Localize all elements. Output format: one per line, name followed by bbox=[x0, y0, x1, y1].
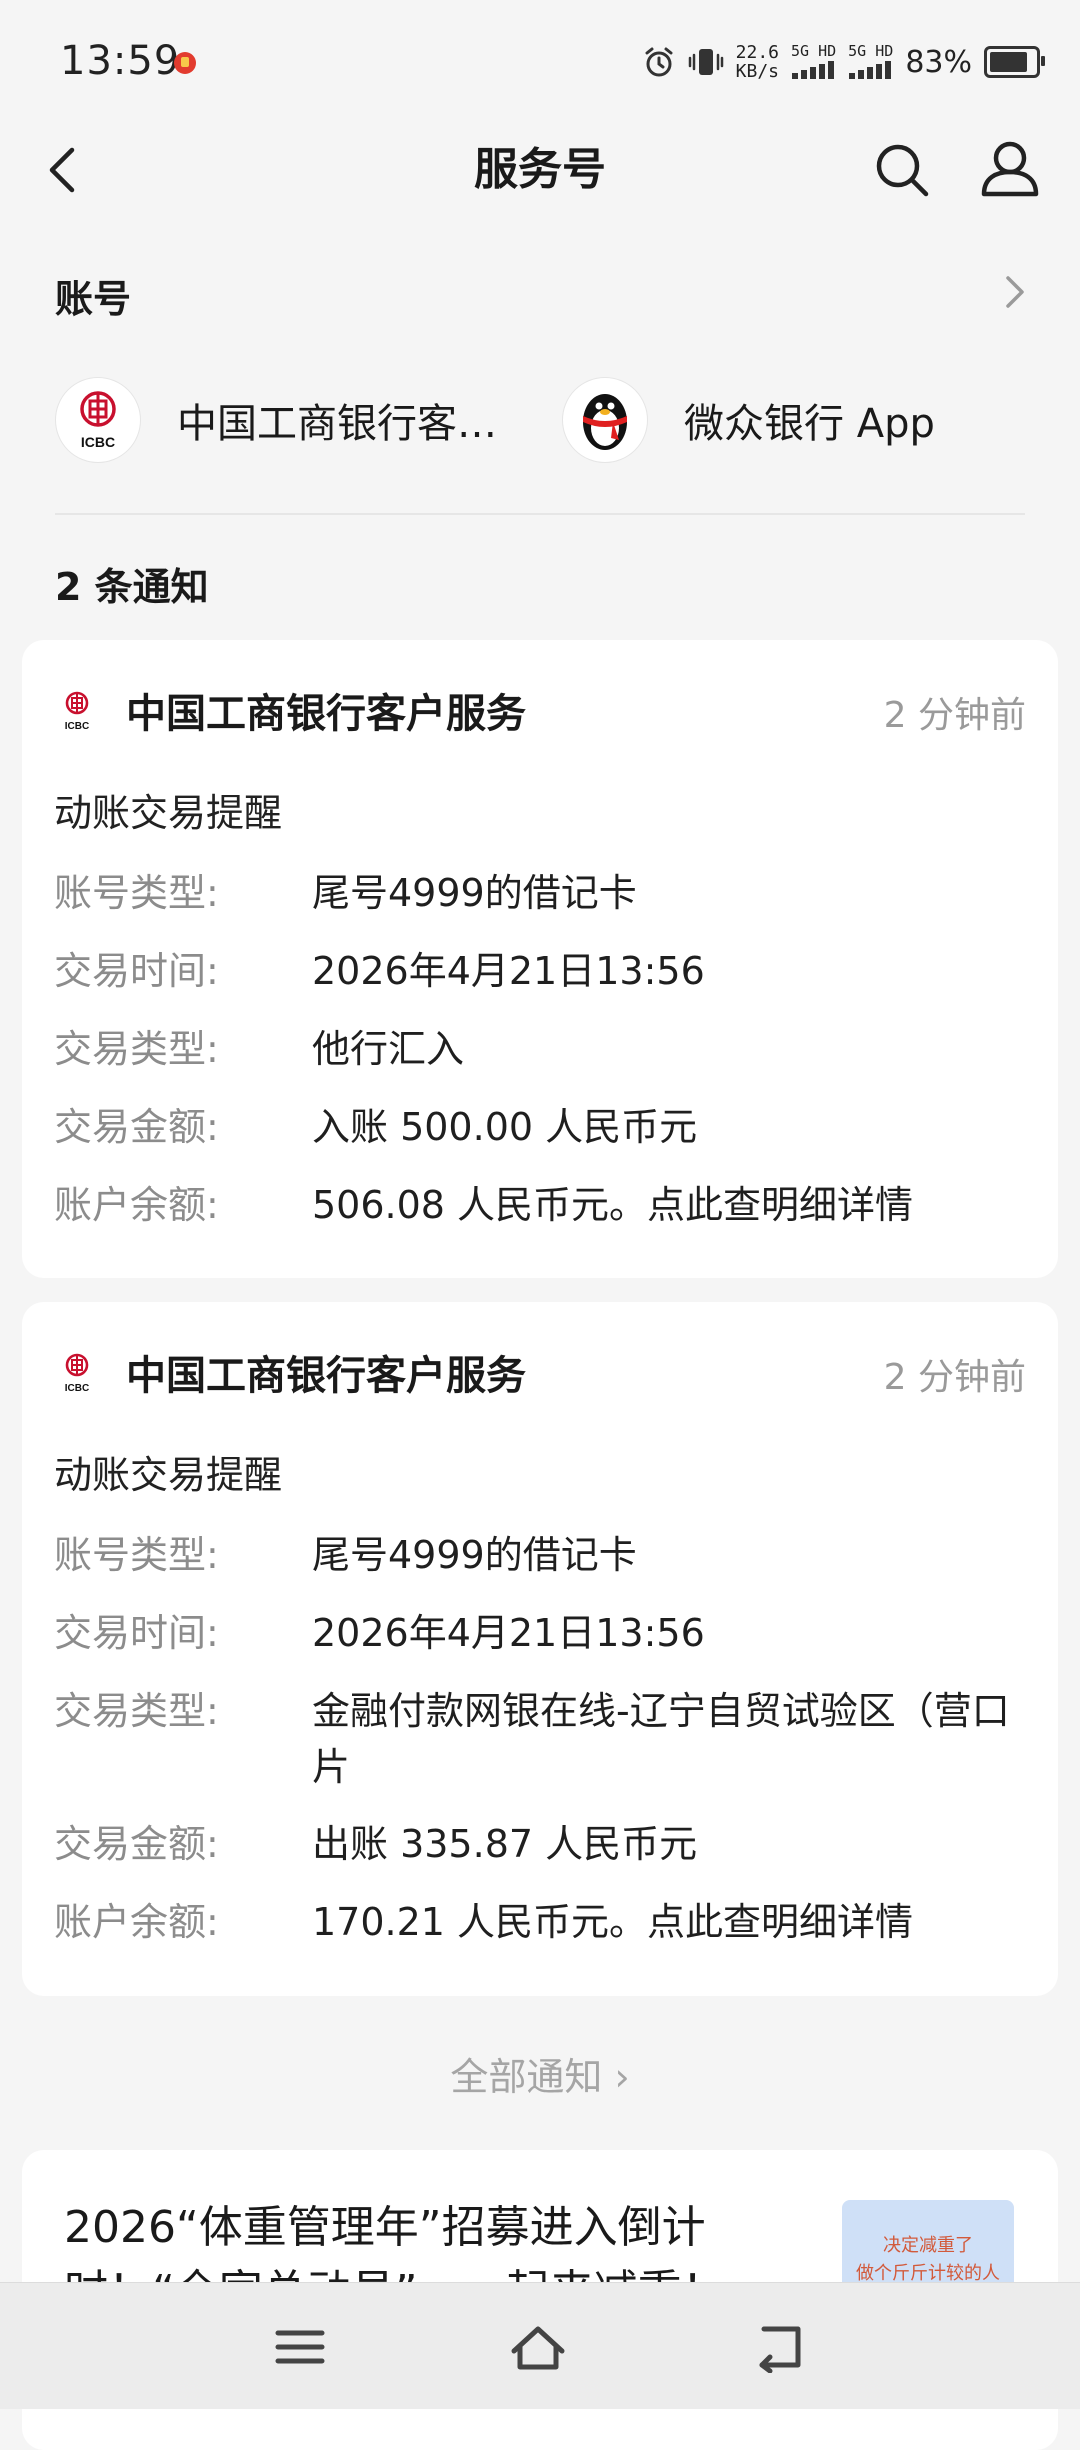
detail-key: 账户余额: bbox=[54, 1900, 219, 1944]
card-time: 2 分钟前 bbox=[883, 1357, 1026, 1398]
detail-key: 账户余额: bbox=[54, 1183, 219, 1227]
status-time: 13:59 bbox=[60, 38, 181, 84]
card-header: ICBC 中国工商银行客户服务 bbox=[54, 680, 526, 740]
penguin-logo-icon bbox=[562, 377, 648, 463]
detail-row: 账号类型: 尾号4999的借记卡 bbox=[54, 865, 1034, 921]
account-name: 中国工商银行客… bbox=[177, 401, 497, 447]
detail-row: 账号类型: 尾号4999的借记卡 bbox=[54, 1527, 1034, 1583]
signal-1: 5G HD bbox=[791, 42, 836, 83]
icbc-logo-icon: ICBC bbox=[65, 691, 89, 732]
detail-value: 尾号4999的借记卡 bbox=[312, 871, 637, 915]
icbc-logo-text: ICBC bbox=[65, 1383, 89, 1394]
card-subject: 动账交易提醒 bbox=[54, 791, 283, 835]
app-notification-icon bbox=[174, 52, 196, 74]
detail-key: 交易时间: bbox=[54, 1611, 219, 1655]
detail-row: 交易时间: 2026年4月21日13:56 bbox=[54, 943, 1034, 999]
detail-key: 交易类型: bbox=[54, 1027, 219, 1071]
system-nav-bar bbox=[0, 2282, 1080, 2409]
all-notifications-link[interactable]: 全部通知 › bbox=[0, 2046, 1080, 2101]
detail-value: 2026年4月21日13:56 bbox=[312, 949, 705, 993]
net-speed-value: 22.6 bbox=[735, 42, 779, 63]
account-item-icbc[interactable]: ICBC 中国工商银行客… bbox=[55, 375, 497, 465]
detail-row: 交易类型: 金融付款网银在线-辽宁自贸试验区（营口片 bbox=[54, 1683, 1034, 1795]
detail-key: 交易类型: bbox=[54, 1689, 219, 1733]
detail-row[interactable]: 账户余额: 170.21 人民币元。点此查明细详情 bbox=[54, 1894, 1034, 1950]
status-icons: 22.6 KB/s 5G HD 5G HD 83% bbox=[642, 40, 1045, 84]
detail-key: 交易金额: bbox=[54, 1105, 219, 1149]
detail-value: 他行汇入 bbox=[312, 1027, 465, 1071]
icbc-logo-text: ICBC bbox=[65, 721, 89, 732]
icbc-logo-icon: ICBC bbox=[55, 377, 141, 463]
signal-bars-icon bbox=[848, 60, 891, 79]
notification-count: 2 条通知 bbox=[55, 565, 209, 609]
alarm-icon bbox=[645, 47, 673, 77]
vibrate-icon bbox=[688, 49, 723, 75]
detail-key: 交易金额: bbox=[54, 1822, 219, 1866]
detail-key: 账号类型: bbox=[54, 1533, 219, 1577]
account-item-webank[interactable]: 微众银行 App bbox=[562, 375, 935, 465]
signal-2-label: 5G HD bbox=[848, 41, 894, 60]
detail-value: 金融付款网银在线-辽宁自贸试验区（营口片 bbox=[312, 1689, 1010, 1789]
detail-value: 出账 335.87 人民币元 bbox=[312, 1822, 698, 1866]
icbc-logo-icon: ICBC bbox=[65, 1353, 89, 1394]
detail-value[interactable]: 506.08 人民币元。点此查明细详情 bbox=[312, 1177, 1034, 1233]
notification-card[interactable]: ICBC 中国工商银行客户服务 2 分钟前 动账交易提醒 账号类型: 尾号4999… bbox=[22, 640, 1058, 1278]
chevron-right-icon[interactable] bbox=[1000, 272, 1030, 312]
home-icon[interactable] bbox=[508, 2321, 568, 2373]
signal-2: 5G HD bbox=[848, 42, 893, 83]
menu-icon[interactable] bbox=[270, 2321, 330, 2373]
battery-percent: 83% bbox=[905, 44, 972, 80]
card-source: 中国工商银行客户服务 bbox=[126, 691, 526, 737]
detail-key: 交易时间: bbox=[54, 949, 219, 993]
detail-row[interactable]: 账户余额: 506.08 人民币元。点此查明细详情 bbox=[54, 1177, 1034, 1233]
detail-key: 账号类型: bbox=[54, 871, 219, 915]
net-speed-unit: KB/s bbox=[735, 61, 779, 82]
user-icon[interactable] bbox=[978, 136, 1042, 200]
detail-row: 交易金额: 出账 335.87 人民币元 bbox=[54, 1816, 1034, 1872]
search-icon[interactable] bbox=[870, 138, 934, 202]
thumb-text-line1: 决定减重了 bbox=[883, 2235, 973, 2256]
detail-value: 尾号4999的借记卡 bbox=[312, 1533, 637, 1577]
account-name: 微众银行 App bbox=[684, 401, 935, 447]
signal-bars-icon bbox=[791, 60, 834, 79]
card-source: 中国工商银行客户服务 bbox=[126, 1353, 526, 1399]
net-speed: 22.6 KB/s bbox=[736, 43, 779, 81]
battery-icon bbox=[984, 46, 1045, 78]
card-time: 2 分钟前 bbox=[883, 695, 1026, 736]
icbc-logo-text: ICBC bbox=[81, 434, 115, 450]
detail-row: 交易类型: 他行汇入 bbox=[54, 1021, 1034, 1077]
notification-card[interactable]: ICBC 中国工商银行客户服务 2 分钟前 动账交易提醒 账号类型: 尾号4999… bbox=[22, 1302, 1058, 1996]
back-icon[interactable] bbox=[750, 2321, 810, 2373]
detail-row: 交易时间: 2026年4月21日13:56 bbox=[54, 1605, 1034, 1661]
card-header: ICBC 中国工商银行客户服务 bbox=[54, 1342, 526, 1402]
card-subject: 动账交易提醒 bbox=[54, 1453, 283, 1497]
detail-value: 入账 500.00 人民币元 bbox=[312, 1105, 698, 1149]
detail-value[interactable]: 170.21 人民币元。点此查明细详情 bbox=[312, 1894, 1034, 1950]
divider bbox=[55, 513, 1025, 515]
status-bar: 13:59 22.6 KB/s 5G HD 5G HD 83% bbox=[0, 0, 1080, 120]
accounts-section-label: 账号 bbox=[55, 277, 132, 321]
signal-1-label: 5G HD bbox=[791, 41, 837, 60]
detail-value: 2026年4月21日13:56 bbox=[312, 1611, 705, 1655]
detail-row: 交易金额: 入账 500.00 人民币元 bbox=[54, 1099, 1034, 1155]
